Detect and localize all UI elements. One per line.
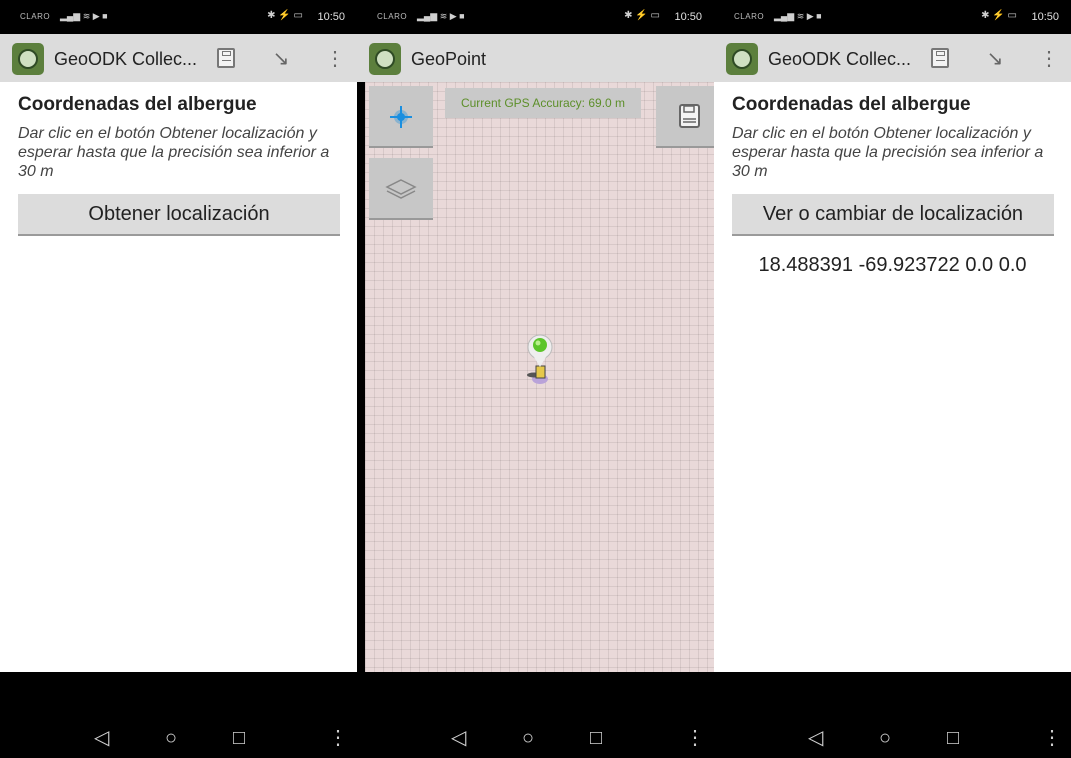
my-location-button[interactable] — [369, 86, 433, 148]
overflow-menu-icon[interactable]: ⋮ — [685, 728, 705, 748]
home-circle-icon[interactable]: ○ — [879, 728, 891, 748]
screen-right: CLARO ▂▄▆ ≋ ▶ ■ ✱ ⚡ ▭ 10:50 GeoODK Colle… — [714, 0, 1071, 758]
navigation-bar: ◁ ○ □ ⋮ — [357, 672, 714, 758]
overflow-menu-icon[interactable]: ⋮ — [1036, 46, 1062, 72]
app-title: GeoPoint — [411, 49, 487, 69]
layers-icon — [385, 179, 417, 199]
goto-arrow-icon[interactable]: ↘ — [982, 46, 1008, 72]
home-circle-icon[interactable]: ○ — [522, 728, 534, 748]
carrier-label: CLARO — [20, 12, 51, 21]
recent-square-icon[interactable]: □ — [590, 728, 602, 748]
back-triangle-icon[interactable]: ◁ — [451, 728, 466, 748]
navigation-bar: ◁ ○ □ ⋮ — [714, 672, 1071, 758]
screen-middle: CLARO ▂▄▆ ≋ ▶ ■ ✱ ⚡ ▭ 10:50 GeoPoint Cur… — [357, 0, 714, 758]
geoodk-app-icon — [12, 43, 44, 75]
status-bar: CLARO ▂▄▆ ≋ ▶ ■ ✱ ⚡ ▭ 10:50 — [357, 0, 714, 34]
form-content: Coordenadas del albergue Dar clic en el … — [0, 82, 357, 672]
app-bar: GeoODK Collec... ↘ ⋮ — [714, 34, 1071, 82]
system-icons: ✱ ⚡ ▭ — [267, 10, 303, 21]
clock: 10:50 — [1031, 11, 1059, 23]
overflow-menu-icon[interactable]: ⋮ — [1042, 728, 1062, 748]
recent-square-icon[interactable]: □ — [233, 728, 245, 748]
question-title: Coordenadas del albergue — [732, 94, 971, 115]
signal-icons: ▂▄▆ ≋ ▶ ■ — [417, 11, 465, 21]
geoodk-app-icon — [726, 43, 758, 75]
signal-icons: ▂▄▆ ≋ ▶ ■ — [60, 11, 108, 21]
layers-button[interactable] — [369, 158, 433, 220]
status-bar: CLARO ▂▄▆ ≋ ▶ ■ ✱ ⚡ ▭ 10:50 — [714, 0, 1071, 34]
clock: 10:50 — [674, 11, 702, 23]
back-triangle-icon[interactable]: ◁ — [808, 728, 823, 748]
crosshair-location-icon — [390, 106, 412, 128]
geoodk-app-icon — [369, 43, 401, 75]
app-title: GeoODK Collec... — [768, 49, 912, 69]
home-circle-icon[interactable]: ○ — [165, 728, 177, 748]
map-pin-icon — [527, 334, 553, 384]
screen-left: CLARO ▂▄▆ ≋ ▶ ■ ✱ ⚡ ▭ 10:50 GeoODK Colle… — [0, 0, 357, 758]
get-location-button[interactable]: Obtener localización — [18, 194, 340, 236]
question-hint: Dar clic en el botón Obtener localizació… — [732, 125, 1044, 180]
overflow-menu-icon[interactable]: ⋮ — [322, 46, 348, 72]
signal-icons: ▂▄▆ ≋ ▶ ■ — [774, 11, 822, 21]
goto-arrow-icon[interactable]: ↘ — [268, 46, 294, 72]
map-view[interactable]: Current GPS Accuracy: 69.0 m — [365, 82, 714, 672]
back-triangle-icon[interactable]: ◁ — [94, 728, 109, 748]
question-title: Coordenadas del albergue — [18, 94, 257, 115]
system-icons: ✱ ⚡ ▭ — [981, 10, 1017, 21]
question-hint: Dar clic en el botón Obtener localizació… — [18, 125, 330, 180]
floppy-disk-icon — [679, 104, 700, 128]
recent-square-icon[interactable]: □ — [947, 728, 959, 748]
carrier-label: CLARO — [734, 12, 765, 21]
overflow-menu-icon[interactable]: ⋮ — [328, 728, 348, 748]
status-bar: CLARO ▂▄▆ ≋ ▶ ■ ✱ ⚡ ▭ 10:50 — [0, 0, 357, 34]
save-icon[interactable] — [217, 48, 235, 68]
save-icon[interactable] — [931, 48, 949, 68]
app-title: GeoODK Collec... — [54, 49, 198, 69]
app-bar: GeoPoint — [357, 34, 714, 82]
app-bar: GeoODK Collec... ↘ ⋮ — [0, 34, 357, 82]
view-change-location-button[interactable]: Ver o cambiar de localización — [732, 194, 1054, 236]
coordinates-value: 18.488391 -69.923722 0.0 0.0 — [758, 254, 1027, 276]
gps-accuracy-label: Current GPS Accuracy: 69.0 m — [445, 88, 641, 118]
navigation-bar: ◁ ○ □ ⋮ — [0, 672, 357, 758]
carrier-label: CLARO — [377, 12, 408, 21]
form-content: Coordenadas del albergue Dar clic en el … — [714, 82, 1071, 672]
clock: 10:50 — [317, 11, 345, 23]
save-point-button[interactable] — [656, 86, 714, 148]
system-icons: ✱ ⚡ ▭ — [624, 10, 660, 21]
